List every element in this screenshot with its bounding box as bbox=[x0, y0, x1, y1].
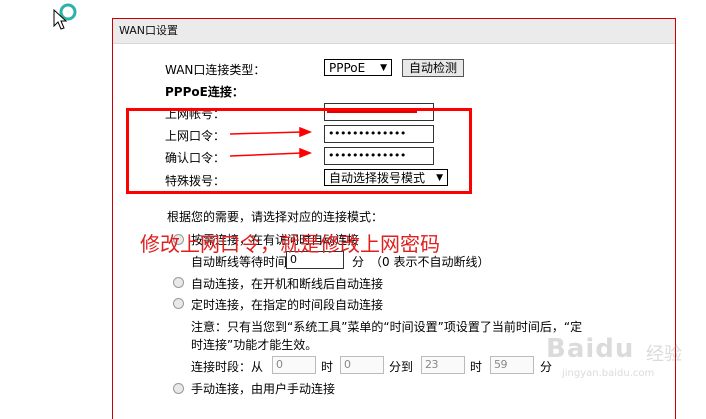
timed-connect-radio[interactable] bbox=[173, 298, 184, 309]
annotation-text: 修改上网口令，就是修改上网密码 bbox=[140, 232, 440, 256]
chevron-down-icon: ▼ bbox=[380, 63, 387, 73]
wan-type-value: PPPoE bbox=[329, 61, 366, 75]
wan-type-label: WAN口连接类型： bbox=[165, 63, 266, 77]
manual-connect-radio[interactable] bbox=[173, 383, 184, 394]
watermark-sub: 经验 bbox=[646, 344, 682, 365]
panel-title: WAN口设置 bbox=[113, 19, 675, 44]
hour-unit: 时 bbox=[321, 360, 334, 374]
mouse-cursor-icon bbox=[53, 3, 77, 30]
period-label: 连接时段：从 bbox=[191, 360, 264, 374]
watermark-url: jingyan.baidu.com bbox=[562, 368, 655, 379]
auto-connect-label: 自动连接，在开机和断线后自动连接 bbox=[191, 277, 384, 291]
manual-connect-label: 手动连接，由用户手动连接 bbox=[191, 382, 336, 396]
watermark-brand: Baidu bbox=[546, 334, 635, 364]
mode-prompt: 根据您的需要，请选择对应的连接模式： bbox=[167, 210, 384, 224]
auto-connect-radio[interactable] bbox=[173, 277, 184, 288]
auto-detect-button[interactable]: 自动检测 bbox=[402, 59, 464, 77]
baidu-watermark: Baidu 经验 jingyan.baidu.com bbox=[546, 334, 694, 388]
note-line-2: 时连接”功能才能生效。 bbox=[191, 338, 318, 352]
from-minute-input[interactable]: 0 bbox=[340, 356, 384, 374]
to-label: 分到 bbox=[389, 360, 414, 374]
to-minute-input[interactable]: 59 bbox=[490, 356, 534, 374]
pppoe-section-label: PPPoE连接： bbox=[165, 85, 244, 99]
timed-connect-label: 定时连接，在指定的时间段自动连接 bbox=[191, 298, 384, 312]
highlight-box bbox=[126, 108, 472, 194]
hour-unit-2: 时 bbox=[470, 360, 483, 374]
note-line-1: 注意：只有当您到“系统工具”菜单的“时间设置”项设置了当前时间后，“定 bbox=[191, 320, 583, 334]
to-hour-input[interactable]: 23 bbox=[421, 356, 465, 374]
wan-type-select[interactable]: PPPoE ▼ bbox=[324, 59, 392, 76]
from-hour-input[interactable]: 0 bbox=[272, 356, 316, 374]
